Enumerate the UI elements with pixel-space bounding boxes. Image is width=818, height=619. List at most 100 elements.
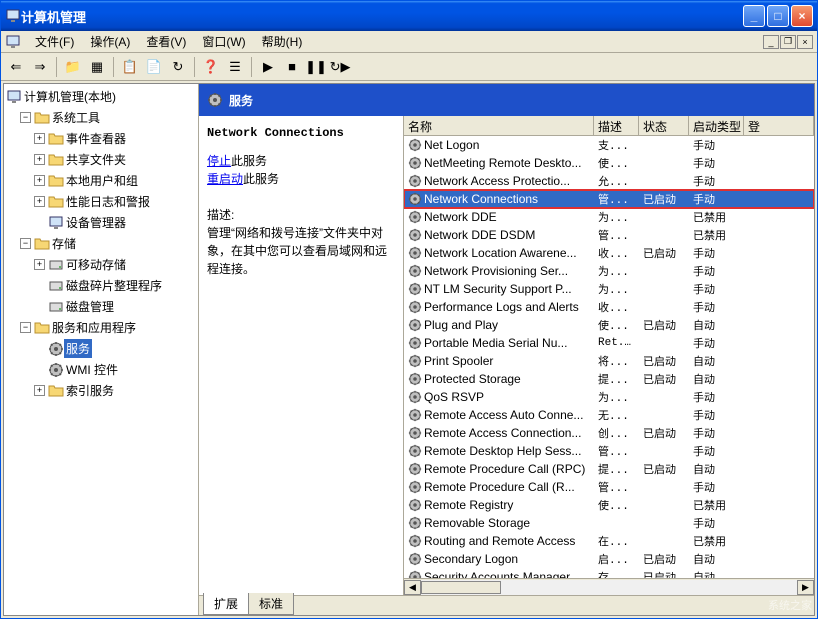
mdi-close-button[interactable]: × bbox=[797, 35, 813, 49]
service-row[interactable]: QoS RSVP为...手动 bbox=[404, 388, 814, 406]
back-button[interactable]: ⇐ bbox=[5, 56, 27, 78]
scroll-track[interactable] bbox=[421, 580, 797, 595]
menu-window[interactable]: 窗口(W) bbox=[194, 31, 253, 52]
start-service-button[interactable]: ▶ bbox=[257, 56, 279, 78]
service-row[interactable]: Remote Procedure Call (R...管...手动 bbox=[404, 478, 814, 496]
gear-icon bbox=[408, 552, 422, 566]
collapse-icon[interactable]: − bbox=[20, 238, 31, 249]
service-row[interactable]: Security Accounts Manager存...已启动自动 bbox=[404, 568, 814, 578]
service-row[interactable]: Network Access Protectio...允...手动 bbox=[404, 172, 814, 190]
tree-root[interactable]: 计算机管理(本地) bbox=[6, 86, 196, 107]
tree-event-viewer[interactable]: + 事件查看器 bbox=[6, 128, 196, 149]
stop-service-button[interactable]: ■ bbox=[281, 56, 303, 78]
tree-shared-folders[interactable]: + 共享文件夹 bbox=[6, 149, 196, 170]
mdi-restore-button[interactable]: ❐ bbox=[780, 35, 796, 49]
device-icon bbox=[48, 215, 64, 231]
service-row[interactable]: NT LM Security Support P...为...手动 bbox=[404, 280, 814, 298]
tree-indexing[interactable]: + 索引服务 bbox=[6, 380, 196, 401]
service-row[interactable]: Protected Storage提...已启动自动 bbox=[404, 370, 814, 388]
service-row[interactable]: Remote Access Connection...创...已启动手动 bbox=[404, 424, 814, 442]
collapse-icon[interactable]: − bbox=[20, 112, 31, 123]
expand-icon[interactable]: + bbox=[34, 196, 45, 207]
diskmgmt-icon bbox=[48, 299, 64, 315]
menu-action[interactable]: 操作(A) bbox=[82, 31, 138, 52]
tree-disk-mgmt[interactable]: 磁盘管理 bbox=[6, 296, 196, 317]
col-status[interactable]: 状态 bbox=[639, 116, 689, 135]
minimize-button[interactable]: _ bbox=[743, 5, 765, 27]
expand-icon[interactable]: + bbox=[34, 133, 45, 144]
tree-defrag[interactable]: 磁盘碎片整理程序 bbox=[6, 275, 196, 296]
tree-device-mgr[interactable]: 设备管理器 bbox=[6, 212, 196, 233]
tree-services[interactable]: 服务 bbox=[6, 338, 196, 359]
service-row[interactable]: Secondary Logon启...已启动自动 bbox=[404, 550, 814, 568]
tree-local-users[interactable]: + 本地用户和组 bbox=[6, 170, 196, 191]
computer-icon bbox=[6, 89, 22, 105]
event-icon bbox=[48, 131, 64, 147]
service-row[interactable]: Routing and Remote Access在...已禁用 bbox=[404, 532, 814, 550]
tree-wmi[interactable]: WMI 控件 bbox=[6, 359, 196, 380]
tree-system-tools[interactable]: − 系统工具 bbox=[6, 107, 196, 128]
expand-icon[interactable]: + bbox=[34, 259, 45, 270]
service-row[interactable]: Network Provisioning Ser...为...手动 bbox=[404, 262, 814, 280]
expand-icon[interactable]: + bbox=[34, 154, 45, 165]
service-row[interactable]: NetMeeting Remote Deskto...使...手动 bbox=[404, 154, 814, 172]
scroll-left-button[interactable]: ◀ bbox=[404, 580, 421, 595]
tree-removable[interactable]: + 可移动存储 bbox=[6, 254, 196, 275]
services-list: 名称 描述 状态 启动类型 登 Net Logon支...手动NetMeetin… bbox=[404, 116, 814, 595]
col-logon[interactable]: 登 bbox=[744, 116, 814, 135]
service-row[interactable]: Network Location Awarene...收...已启动手动 bbox=[404, 244, 814, 262]
refresh-button[interactable]: ↻ bbox=[167, 56, 189, 78]
col-startup[interactable]: 启动类型 bbox=[689, 116, 744, 135]
tree-perf-logs[interactable]: + 性能日志和警报 bbox=[6, 191, 196, 212]
col-desc[interactable]: 描述 bbox=[594, 116, 639, 135]
show-hide-button[interactable]: ▦ bbox=[86, 56, 108, 78]
service-row[interactable]: Network Connections管...已启动手动 bbox=[404, 190, 814, 208]
menu-file[interactable]: 文件(F) bbox=[27, 31, 82, 52]
gear-icon bbox=[408, 318, 422, 332]
tree-services-apps[interactable]: − 服务和应用程序 bbox=[6, 317, 196, 338]
service-row[interactable]: Network DDE DSDM管...已禁用 bbox=[404, 226, 814, 244]
properties-button[interactable]: 📋 bbox=[119, 56, 141, 78]
tree-pane[interactable]: 计算机管理(本地) − 系统工具 + 事件查看器 + 共享文件夹 + 本地用户和… bbox=[4, 84, 199, 615]
list-button[interactable]: ☰ bbox=[224, 56, 246, 78]
service-row[interactable]: Print Spooler将...已启动自动 bbox=[404, 352, 814, 370]
toolbar: ⇐ ⇒ 📁 ▦ 📋 📄 ↻ ❓ ☰ ▶ ■ ❚❚ ↻▶ bbox=[1, 53, 817, 81]
service-row[interactable]: Remote Access Auto Conne...无...手动 bbox=[404, 406, 814, 424]
expand-icon[interactable]: + bbox=[34, 175, 45, 186]
col-name[interactable]: 名称 bbox=[404, 116, 594, 135]
mdi-minimize-button[interactable]: _ bbox=[763, 35, 779, 49]
service-row[interactable]: Remote Registry使...已禁用 bbox=[404, 496, 814, 514]
forward-button[interactable]: ⇒ bbox=[29, 56, 51, 78]
close-button[interactable]: × bbox=[791, 5, 813, 27]
service-row[interactable]: Plug and Play使...已启动自动 bbox=[404, 316, 814, 334]
service-row[interactable]: Removable Storage手动 bbox=[404, 514, 814, 532]
up-button[interactable]: 📁 bbox=[62, 56, 84, 78]
service-row[interactable]: Network DDE为...已禁用 bbox=[404, 208, 814, 226]
tab-standard[interactable]: 标准 bbox=[248, 593, 294, 615]
tree-storage[interactable]: − 存储 bbox=[6, 233, 196, 254]
help-toolbar-button[interactable]: ❓ bbox=[200, 56, 222, 78]
export-button[interactable]: 📄 bbox=[143, 56, 165, 78]
service-row[interactable]: Performance Logs and Alerts收...手动 bbox=[404, 298, 814, 316]
gear-icon bbox=[408, 354, 422, 368]
pause-service-button[interactable]: ❚❚ bbox=[305, 56, 327, 78]
list-rows[interactable]: Net Logon支...手动NetMeeting Remote Deskto.… bbox=[404, 136, 814, 578]
maximize-button[interactable]: □ bbox=[767, 5, 789, 27]
expand-icon[interactable]: + bbox=[34, 385, 45, 396]
collapse-icon[interactable]: − bbox=[20, 322, 31, 333]
gear-icon bbox=[408, 426, 422, 440]
restart-service-button[interactable]: ↻▶ bbox=[329, 56, 351, 78]
stop-link[interactable]: 停止 bbox=[207, 154, 231, 168]
service-row[interactable]: Remote Desktop Help Sess...管...手动 bbox=[404, 442, 814, 460]
restart-link[interactable]: 重启动 bbox=[207, 172, 243, 186]
service-row[interactable]: Remote Procedure Call (RPC)提...已启动自动 bbox=[404, 460, 814, 478]
scroll-thumb[interactable] bbox=[421, 581, 501, 594]
services-icon bbox=[48, 341, 64, 357]
tab-extended[interactable]: 扩展 bbox=[203, 593, 249, 615]
menu-help[interactable]: 帮助(H) bbox=[254, 31, 311, 52]
menu-view[interactable]: 查看(V) bbox=[138, 31, 194, 52]
service-row[interactable]: Net Logon支...手动 bbox=[404, 136, 814, 154]
horizontal-scrollbar[interactable]: ◀ ▶ bbox=[404, 578, 814, 595]
service-row[interactable]: Portable Media Serial Nu...Ret...手动 bbox=[404, 334, 814, 352]
scroll-right-button[interactable]: ▶ bbox=[797, 580, 814, 595]
